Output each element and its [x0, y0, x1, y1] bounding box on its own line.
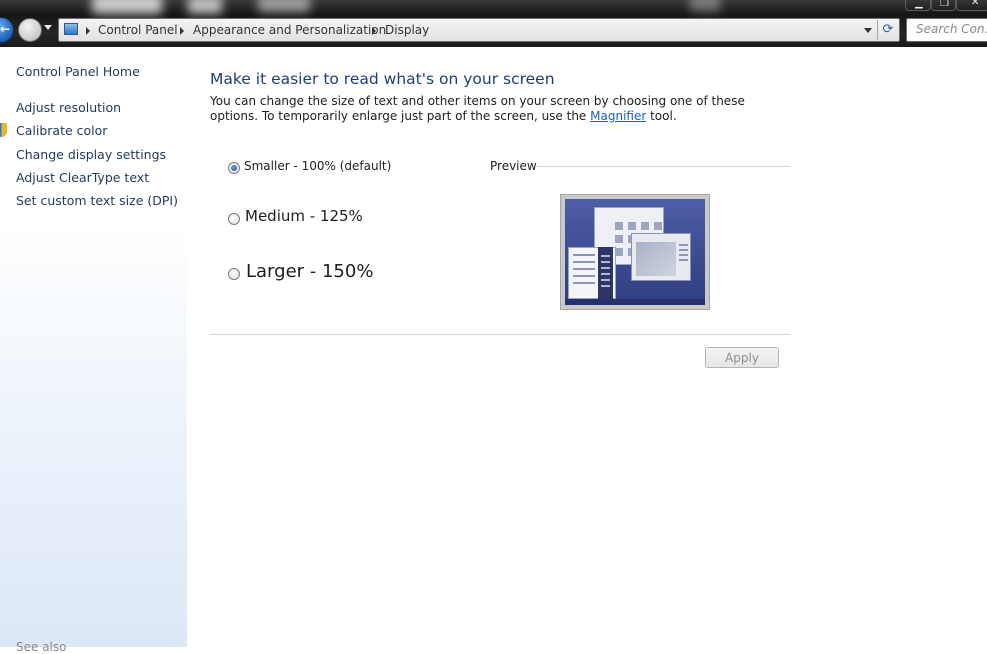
minimize-icon: ▁ — [915, 0, 923, 9]
breadcrumb-separator[interactable] — [372, 27, 376, 35]
preview-window-front — [631, 233, 691, 281]
size-option-larger-label[interactable]: Larger - 150% — [246, 261, 373, 282]
page-description: You can change the size of text and othe… — [210, 94, 790, 124]
close-button[interactable]: ✕ — [956, 0, 987, 11]
breadcrumb-display[interactable]: Display — [385, 23, 429, 37]
page-title: Make it easier to read what's on your sc… — [210, 70, 555, 88]
address-dropdown-icon[interactable] — [864, 28, 872, 33]
custom-text-size-link[interactable]: Set custom text size (DPI) — [16, 193, 178, 208]
size-option-larger-radio[interactable] — [228, 268, 240, 280]
breadcrumb-separator[interactable] — [180, 27, 184, 35]
minimize-button[interactable]: ▁ — [905, 0, 931, 11]
change-display-settings-link[interactable]: Change display settings — [16, 147, 166, 162]
preview-image — [560, 194, 710, 310]
breadcrumb-separator[interactable] — [86, 27, 90, 35]
window-chrome: ← Control Panel Appearance and Personali… — [0, 0, 987, 47]
breadcrumb-appearance[interactable]: Appearance and Personalization — [193, 23, 386, 37]
search-input[interactable]: Search Con... — [906, 18, 987, 42]
preview-desktop — [565, 199, 705, 305]
size-option-smaller-label[interactable]: Smaller - 100% (default) — [244, 159, 391, 173]
description-text-end: tool. — [646, 109, 677, 123]
maximize-icon: ❐ — [940, 0, 949, 9]
apply-button[interactable]: Apply — [705, 347, 779, 368]
control-panel-icon — [64, 23, 78, 35]
shield-icon — [0, 123, 7, 137]
adjust-resolution-link[interactable]: Adjust resolution — [16, 100, 121, 115]
see-also-heading: See also — [16, 640, 67, 654]
preview-divider — [537, 166, 790, 167]
size-option-smaller-radio[interactable] — [228, 162, 240, 174]
forward-button[interactable] — [18, 18, 42, 42]
preview-label: Preview — [490, 159, 537, 173]
recent-pages-dropdown[interactable] — [44, 25, 52, 30]
control-panel-home-link[interactable]: Control Panel Home — [16, 64, 140, 79]
address-bar[interactable]: Control Panel Appearance and Personaliza… — [58, 18, 900, 42]
back-arrow-icon: ← — [0, 22, 11, 36]
refresh-icon[interactable]: ⟳ — [877, 20, 898, 40]
magnifier-link[interactable]: Magnifier — [590, 109, 646, 123]
maximize-button[interactable]: ❐ — [931, 0, 956, 11]
close-icon: ✕ — [971, 0, 980, 8]
content-divider — [210, 334, 790, 335]
size-option-medium-label[interactable]: Medium - 125% — [245, 207, 363, 225]
breadcrumb-control-panel[interactable]: Control Panel — [98, 23, 178, 37]
calibrate-color-link[interactable]: Calibrate color — [16, 123, 107, 138]
size-option-medium-radio[interactable] — [228, 213, 240, 225]
adjust-cleartype-link[interactable]: Adjust ClearType text — [16, 170, 149, 185]
preview-taskbar — [565, 299, 705, 305]
left-pane: Control Panel Home Adjust resolution Cal… — [0, 47, 187, 654]
